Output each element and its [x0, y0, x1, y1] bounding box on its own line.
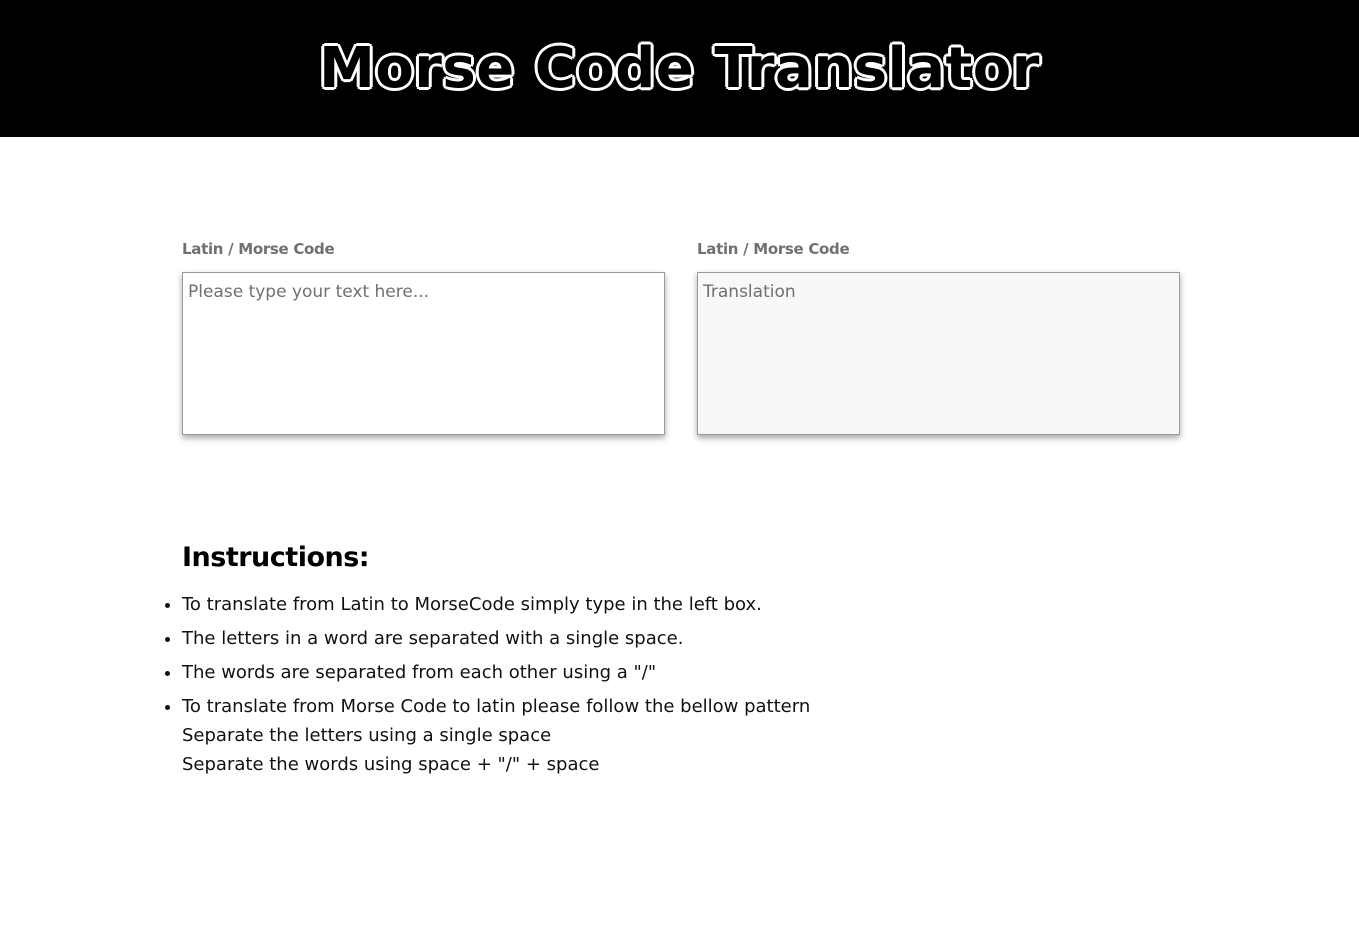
list-item: To translate from Morse Code to latin pl… [182, 692, 1082, 779]
input-label: Latin / Morse Code [182, 240, 335, 258]
instruction-text: To translate from Morse Code to latin pl… [182, 696, 811, 717]
translation-output[interactable] [697, 272, 1180, 435]
instruction-text: To translate from Latin to MorseCode sim… [182, 594, 762, 615]
list-item: The words are separated from each other … [182, 658, 1082, 687]
instruction-text: The words are separated from each other … [182, 662, 657, 683]
instructions-heading: Instructions: [182, 542, 370, 573]
input-textarea[interactable] [182, 272, 665, 435]
list-item: To translate from Latin to MorseCode sim… [182, 590, 1082, 619]
output-label: Latin / Morse Code [697, 240, 850, 258]
instruction-sub-line: Separate the words using space + "/" + s… [182, 754, 600, 775]
page-title: Morse Code Translator [0, 34, 1359, 104]
instructions-list: To translate from Latin to MorseCode sim… [182, 590, 1082, 784]
list-item: The letters in a word are separated with… [182, 624, 1082, 653]
instruction-sub-line: Separate the letters using a single spac… [182, 725, 552, 746]
page-title-text: Morse Code Translator [319, 36, 1040, 101]
page-header: Morse Code Translator [0, 0, 1359, 137]
instruction-text: The letters in a word are separated with… [182, 628, 684, 649]
